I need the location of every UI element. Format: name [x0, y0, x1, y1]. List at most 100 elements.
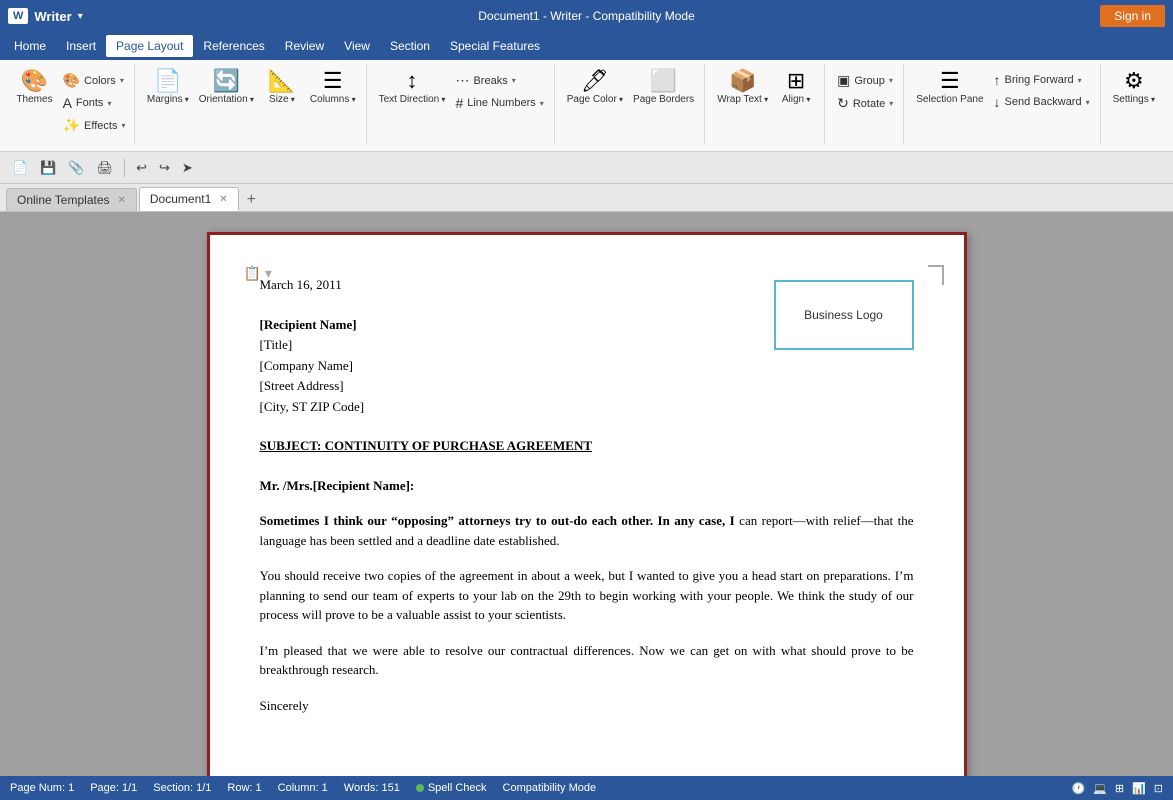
wrap-text-icon: 📦 — [729, 70, 756, 92]
salutation-text: Mr. /Mrs.[Recipient Name]: — [260, 478, 415, 493]
bring-forward-button[interactable]: ↑ Bring Forward ▾ — [990, 70, 1086, 90]
columns-label: Columns — [310, 94, 356, 106]
ribbon-group-wrap: 📦 Wrap Text ⊞ Align — [707, 64, 825, 144]
themes-small-group: 🎨 Colors ▾ A Fonts ▾ ✨ Effects ▾ — [59, 70, 130, 136]
paragraph1-bold: Sometimes I think our “opposing” attorne… — [260, 513, 735, 528]
margins-icon: 📄 — [154, 70, 181, 92]
tab-add-button[interactable]: + — [241, 189, 262, 211]
breaks-button[interactable]: ⋯ Breaks ▾ — [451, 70, 519, 91]
bring-forward-icon: ↑ — [994, 72, 1001, 88]
subject-line: SUBJECT: CONTINUITY OF PURCHASE AGREEMEN… — [260, 436, 914, 456]
colors-button[interactable]: 🎨 Colors ▾ — [59, 70, 128, 91]
effects-button[interactable]: ✨ Effects ▾ — [59, 115, 130, 136]
group-button[interactable]: ▣ Group ▾ — [833, 70, 897, 91]
street-address: [Street Address] — [260, 376, 914, 396]
align-icon: ⊞ — [787, 70, 805, 92]
tabs-bar: Online Templates ✕ Document1 ✕ + — [0, 184, 1173, 212]
title-bar: W Writer ▾ Document1 - Writer - Compatib… — [0, 0, 1173, 32]
qa-print[interactable]: 🖨 — [93, 157, 118, 179]
menu-home[interactable]: Home — [4, 35, 56, 57]
qa-pdf[interactable]: 📎 — [64, 157, 88, 179]
text-direction-button[interactable]: ↕ Text Direction — [375, 66, 450, 108]
fonts-button[interactable]: A Fonts ▾ — [59, 93, 116, 113]
wrap-text-button[interactable]: 📦 Wrap Text — [713, 66, 772, 108]
breaks-icon: ⋯ — [455, 72, 469, 89]
orientation-button[interactable]: 🔄 Orientation — [195, 66, 258, 108]
tab-online-templates[interactable]: Online Templates ✕ — [6, 188, 137, 211]
salutation: Mr. /Mrs.[Recipient Name]: — [260, 476, 914, 496]
tab-online-templates-label: Online Templates — [17, 193, 110, 207]
doc-layout-icon: 📋 ▾ — [244, 265, 272, 282]
columns-button[interactable]: ☰ Columns — [306, 66, 360, 108]
tab-document1-close[interactable]: ✕ — [219, 194, 227, 205]
tab-online-templates-close[interactable]: ✕ — [118, 195, 126, 206]
tab-document1[interactable]: Document1 ✕ — [139, 187, 239, 211]
menu-page-layout[interactable]: Page Layout — [106, 35, 193, 57]
qa-undo[interactable]: ↩ — [132, 157, 151, 179]
document-page[interactable]: 📋 ▾ Business Logo March 16, 2011 [Recipi… — [207, 232, 967, 776]
status-section: Section: 1/1 — [153, 782, 211, 794]
status-icon-2[interactable]: 💻 — [1093, 782, 1107, 795]
menu-section[interactable]: Section — [380, 35, 440, 57]
menu-special-features[interactable]: Special Features — [440, 35, 550, 57]
size-label: Size — [269, 94, 295, 106]
ribbon-group-selection: ☰ Selection Pane ↑ Bring Forward ▾ ↓ Sen… — [906, 64, 1100, 144]
qa-new[interactable]: 📄 — [8, 157, 32, 179]
menu-insert[interactable]: Insert — [56, 35, 106, 57]
menu-references[interactable]: References — [193, 35, 274, 57]
settings-icon: ⚙ — [1124, 70, 1144, 92]
status-icon-5[interactable]: ⊡ — [1154, 782, 1163, 795]
page-color-label: Page Color — [567, 94, 623, 106]
city-address: [City, ST ZIP Code] — [260, 397, 914, 417]
status-page: Page: 1/1 — [90, 782, 137, 794]
qa-save[interactable]: 💾 — [36, 157, 60, 179]
rotate-button[interactable]: ↻ Rotate ▾ — [833, 93, 897, 114]
qa-next[interactable]: ➤ — [178, 157, 197, 179]
line-numbers-button[interactable]: # Line Numbers ▾ — [451, 93, 547, 113]
themes-button[interactable]: 🎨 Themes — [12, 66, 56, 108]
status-row: Row: 1 — [227, 782, 261, 794]
status-icon-1[interactable]: 🕐 — [1071, 782, 1085, 795]
align-button[interactable]: ⊞ Align — [774, 66, 818, 108]
status-bar: Page Num: 1 Page: 1/1 Section: 1/1 Row: … — [0, 776, 1173, 800]
page-borders-button[interactable]: ⬜ Page Borders — [629, 66, 698, 108]
rotate-label: Rotate — [853, 98, 885, 110]
ribbon-group-text-direction: ↕ Text Direction ⋯ Breaks ▾ # Line Numbe… — [369, 64, 555, 144]
text-direction-icon: ↕ — [407, 70, 418, 92]
menu-view[interactable]: View — [334, 35, 380, 57]
line-numbers-label: Line Numbers — [467, 97, 535, 109]
status-page-num: Page Num: 1 — [10, 782, 74, 794]
text-direction-label: Text Direction — [379, 94, 446, 106]
status-icon-4[interactable]: 📊 — [1132, 782, 1146, 795]
doc-title: Document1 - Writer - Compatibility Mode — [478, 9, 695, 23]
effects-arrow: ▾ — [121, 121, 125, 130]
margins-button[interactable]: 📄 Margins — [143, 66, 193, 108]
fonts-label: Fonts — [76, 97, 104, 109]
ribbon-group-themes: 🎨 Themes 🎨 Colors ▾ A Fonts ▾ ✨ Effects … — [8, 64, 135, 144]
menu-review[interactable]: Review — [275, 35, 334, 57]
bring-forward-label: Bring Forward — [1005, 74, 1074, 86]
tab-document1-label: Document1 — [150, 192, 211, 206]
page-color-items: 🖊 Page Color ⬜ Page Borders — [563, 66, 698, 142]
line-numbers-icon: # — [455, 95, 463, 111]
page-color-button[interactable]: 🖊 Page Color — [563, 66, 627, 108]
size-button[interactable]: 📐 Size — [260, 66, 304, 108]
text-dir-items: ↕ Text Direction ⋯ Breaks ▾ # Line Numbe… — [375, 66, 548, 142]
ribbon-group-page-color: 🖊 Page Color ⬜ Page Borders — [557, 64, 705, 144]
selection-pane-button[interactable]: ☰ Selection Pane — [912, 66, 987, 108]
app-name: Writer — [34, 9, 71, 24]
group-rotate-small: ▣ Group ▾ ↻ Rotate ▾ — [833, 70, 897, 114]
settings-button[interactable]: ⚙ Settings — [1109, 66, 1159, 108]
qa-redo[interactable]: ↪ — [155, 157, 174, 179]
breaks-label: Breaks — [473, 75, 507, 87]
sign-in-button[interactable]: Sign in — [1100, 5, 1165, 27]
wrap-text-label: Wrap Text — [717, 94, 768, 106]
app-dropdown[interactable]: ▾ — [78, 11, 83, 22]
title-bar-left: W Writer ▾ — [8, 8, 83, 24]
page-borders-label: Page Borders — [633, 94, 694, 106]
business-logo-text: Business Logo — [804, 308, 883, 322]
status-icon-3[interactable]: ⊞ — [1115, 782, 1124, 795]
orientation-label: Orientation — [199, 94, 254, 106]
company-name: [Company Name] — [260, 356, 914, 376]
send-backward-button[interactable]: ↓ Send Backward ▾ — [990, 92, 1094, 112]
